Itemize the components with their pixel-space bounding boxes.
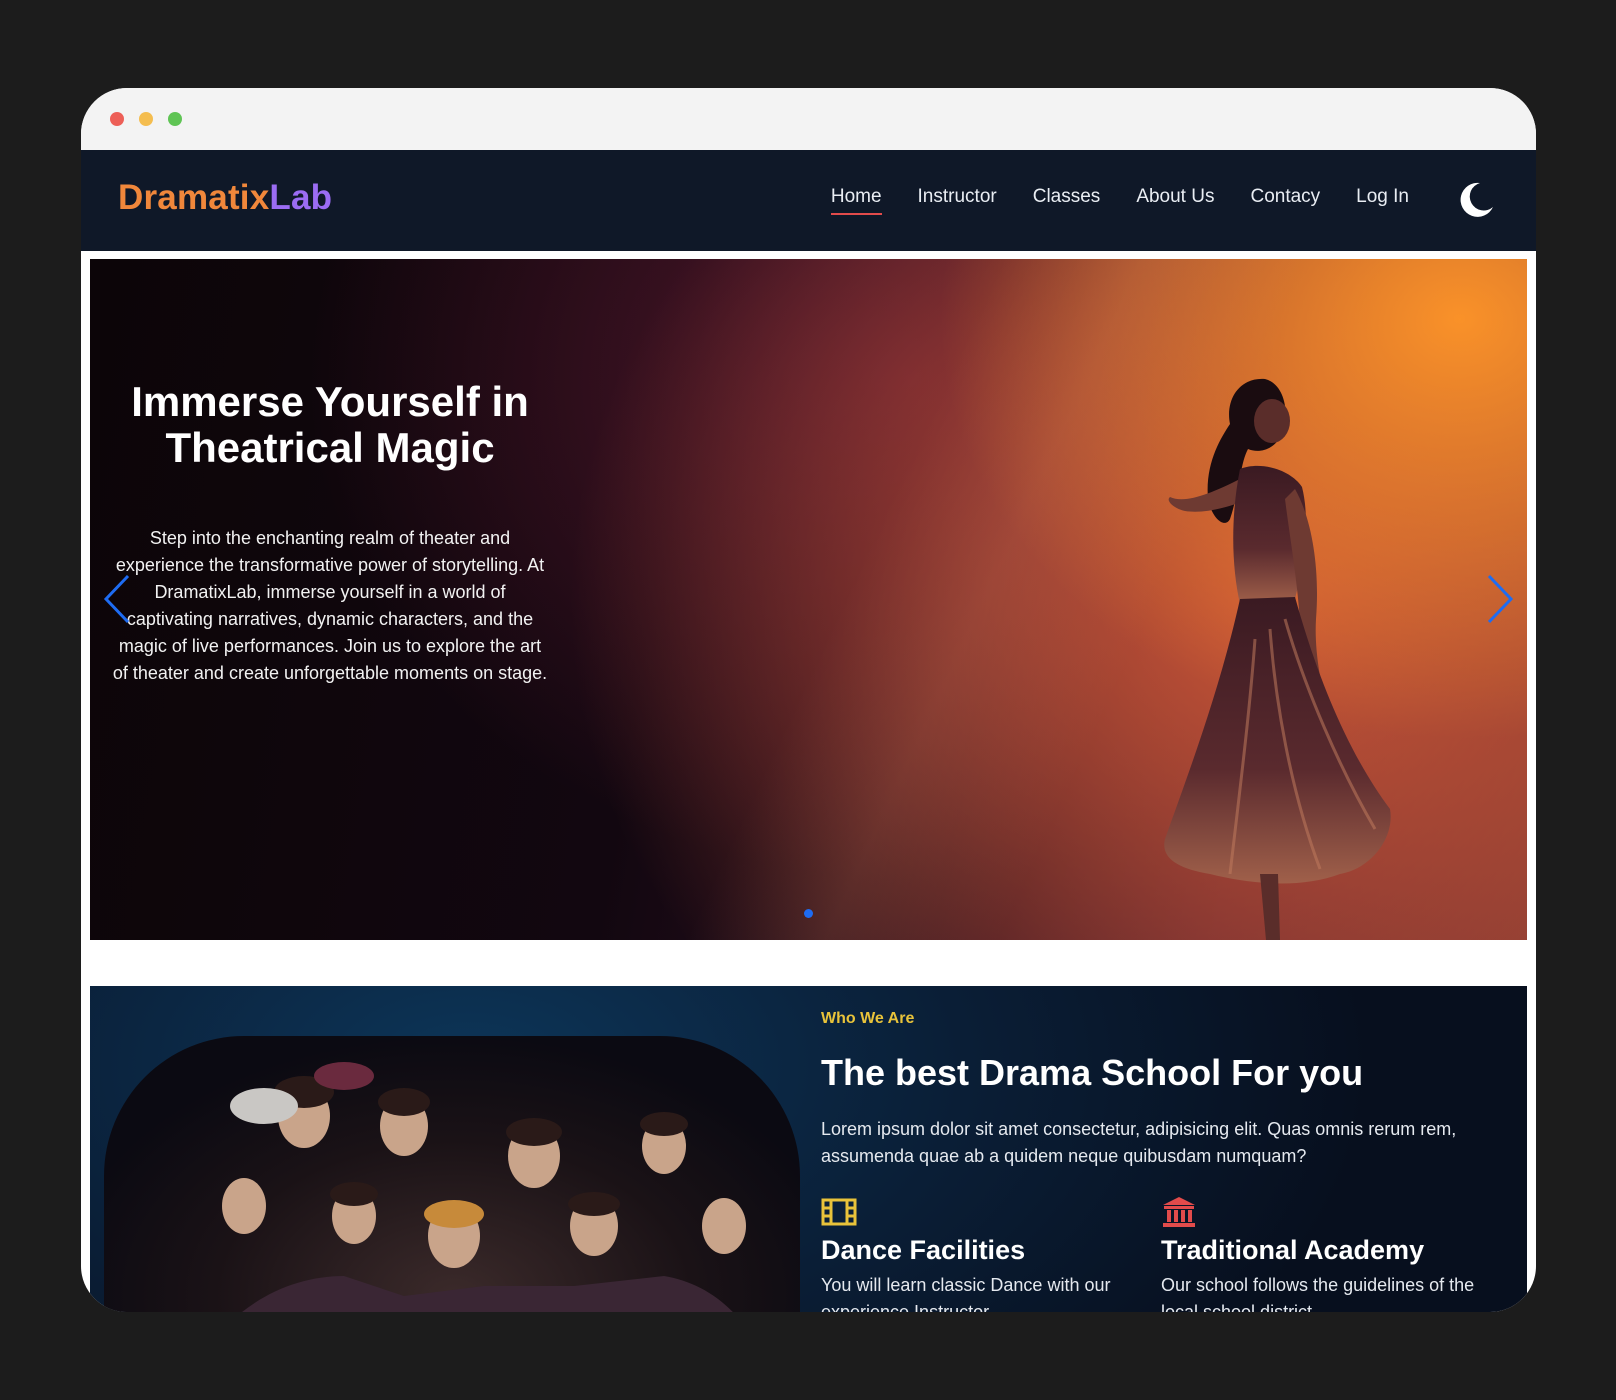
feature-dance-facilities: Dance Facilities You will learn classic … bbox=[821, 1196, 1161, 1312]
who-we-are-content: Who We Are The best Drama School For you… bbox=[821, 1010, 1501, 1312]
nav-link-classes[interactable]: Classes bbox=[1033, 186, 1101, 212]
feature-description: Our school follows the guidelines of the… bbox=[1161, 1275, 1475, 1312]
nav-link-contact[interactable]: Contacy bbox=[1250, 186, 1320, 212]
nav-menu: Home Instructor Classes About Us Contacy… bbox=[830, 186, 1409, 215]
maximize-window-button[interactable] bbox=[168, 112, 182, 126]
close-window-button[interactable] bbox=[110, 112, 124, 126]
drama-cast-image bbox=[104, 1036, 800, 1312]
nav-link-about-us[interactable]: About Us bbox=[1136, 186, 1214, 212]
window-titlebar bbox=[81, 88, 1536, 150]
cast-illustration bbox=[222, 1062, 746, 1312]
institution-icon bbox=[1163, 1197, 1195, 1227]
moon-icon bbox=[1460, 182, 1493, 217]
site-navbar: DramatixLab Home Instructor Classes Abou… bbox=[81, 150, 1536, 251]
section-description: Lorem ipsum dolor sit amet consectetur, … bbox=[821, 1119, 1457, 1166]
chevron-right-icon bbox=[1487, 574, 1514, 624]
minimize-window-button[interactable] bbox=[139, 112, 153, 126]
nav-link-home[interactable]: Home bbox=[830, 186, 882, 215]
section-eyebrow: Who We Are bbox=[821, 1010, 915, 1027]
film-icon bbox=[821, 1198, 857, 1226]
hero-description: Step into the enchanting realm of theate… bbox=[112, 528, 548, 683]
chevron-left-icon bbox=[103, 574, 130, 624]
features-list: Dance Facilities You will learn classic … bbox=[821, 1196, 1501, 1312]
hero-text-block: Immerse Yourself in Theatrical Magic Ste… bbox=[110, 379, 550, 687]
nav-link-login[interactable]: Log In bbox=[1356, 186, 1409, 212]
carousel-indicator-1[interactable] bbox=[804, 909, 813, 918]
nav-link-instructor[interactable]: Instructor bbox=[918, 186, 997, 212]
hero-title: Immerse Yourself in Theatrical Magic bbox=[131, 378, 529, 471]
feature-title: Traditional Academy bbox=[1161, 1235, 1425, 1265]
brand-logo[interactable]: DramatixLab bbox=[118, 178, 332, 218]
feature-traditional-academy: Traditional Academy Our school follows t… bbox=[1161, 1196, 1501, 1312]
section-title: The best Drama School For you bbox=[821, 1052, 1364, 1093]
brand-logo-part2: Lab bbox=[269, 178, 333, 217]
brand-logo-part1: Dramatix bbox=[118, 178, 270, 217]
feature-title: Dance Facilities bbox=[821, 1235, 1026, 1265]
browser-window: DramatixLab Home Instructor Classes Abou… bbox=[81, 88, 1536, 1312]
feature-description: You will learn classic Dance with our ex… bbox=[821, 1275, 1111, 1312]
who-we-are-section: Who We Are The best Drama School For you… bbox=[90, 986, 1527, 1312]
carousel-prev-button[interactable] bbox=[102, 573, 132, 625]
hero-carousel: Immerse Yourself in Theatrical Magic Ste… bbox=[90, 259, 1527, 940]
carousel-next-button[interactable] bbox=[1485, 573, 1515, 625]
dancer-image bbox=[1164, 378, 1391, 940]
theme-toggle-button[interactable] bbox=[1456, 180, 1496, 220]
